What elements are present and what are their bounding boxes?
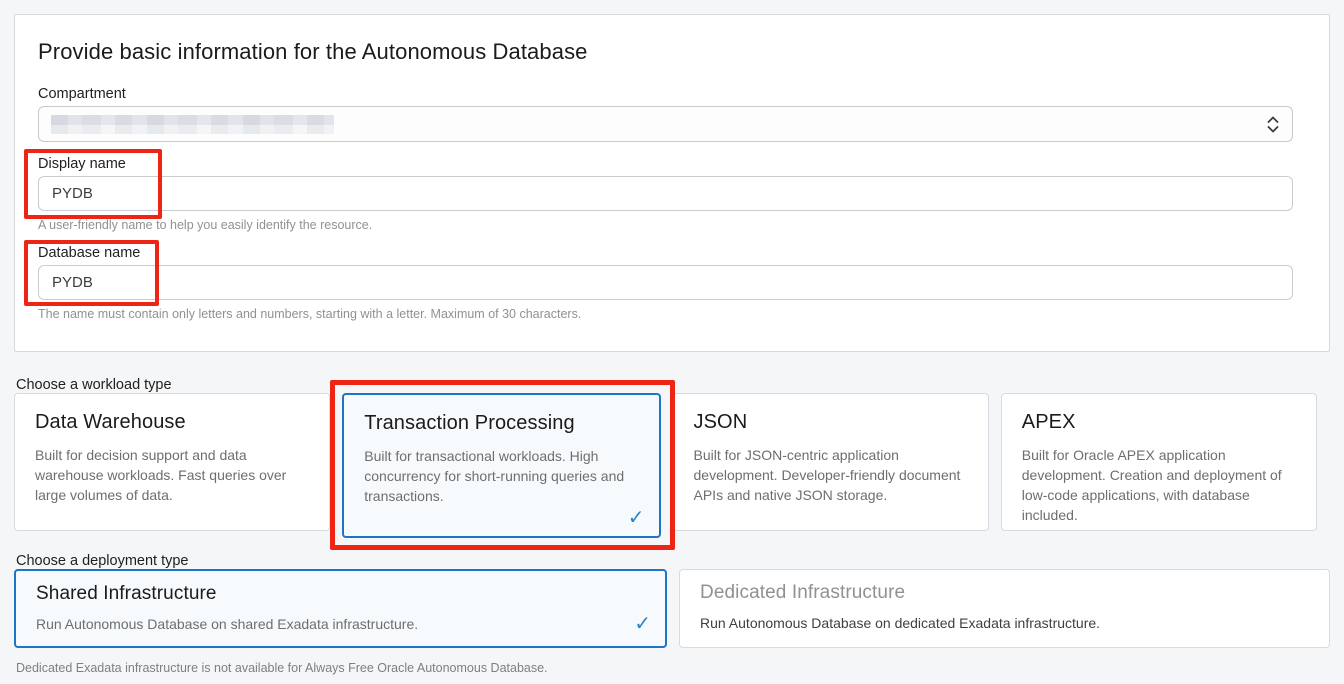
compartment-redacted-value: [51, 115, 334, 134]
card-description: Built for JSON-centric application devel…: [694, 445, 970, 505]
workload-card-data-warehouse[interactable]: Data Warehouse Built for decision suppor…: [14, 393, 330, 531]
card-title: JSON: [694, 411, 970, 434]
select-chevron-icon: [1266, 115, 1280, 134]
database-name-helper: The name must contain only letters and n…: [38, 307, 581, 321]
card-description: Built for transactional workloads. High …: [364, 446, 640, 506]
workload-type-label: Choose a workload type: [16, 377, 172, 393]
basic-info-panel: Provide basic information for the Autono…: [14, 14, 1330, 352]
card-title: Dedicated Infrastructure: [700, 582, 1311, 604]
card-description: Run Autonomous Database on dedicated Exa…: [700, 613, 1311, 633]
card-description: Built for Oracle APEX application develo…: [1022, 445, 1298, 525]
database-name-label: Database name: [38, 245, 140, 261]
deployment-card-dedicated-infrastructure[interactable]: Dedicated Infrastructure Run Autonomous …: [679, 569, 1330, 648]
compartment-label: Compartment: [38, 86, 126, 102]
card-description: Built for decision support and data ware…: [35, 445, 311, 505]
display-name-helper: A user-friendly name to help you easily …: [38, 218, 372, 232]
check-icon: ✓: [628, 508, 645, 528]
check-icon: ✓: [634, 614, 651, 634]
database-name-input[interactable]: [38, 265, 1293, 300]
dedicated-unavailable-note: Dedicated Exadata infrastructure is not …: [16, 661, 548, 675]
deployment-card-shared-infrastructure[interactable]: Shared Infrastructure Run Autonomous Dat…: [14, 569, 667, 648]
page-title: Provide basic information for the Autono…: [38, 39, 588, 65]
workload-card-row: Data Warehouse Built for decision suppor…: [14, 393, 1317, 538]
card-title: Transaction Processing: [364, 412, 640, 435]
compartment-select[interactable]: [38, 106, 1293, 142]
workload-card-apex[interactable]: APEX Built for Oracle APEX application d…: [1001, 393, 1317, 531]
workload-card-transaction-processing[interactable]: Transaction Processing Built for transac…: [342, 393, 660, 538]
workload-card-json[interactable]: JSON Built for JSON-centric application …: [673, 393, 989, 531]
display-name-label: Display name: [38, 156, 126, 172]
card-description: Run Autonomous Database on shared Exadat…: [36, 614, 647, 634]
card-title: Data Warehouse: [35, 411, 311, 434]
display-name-input[interactable]: [38, 176, 1293, 211]
card-title: Shared Infrastructure: [36, 583, 647, 605]
deployment-type-label: Choose a deployment type: [16, 553, 189, 569]
card-title: APEX: [1022, 411, 1298, 434]
deployment-card-row: Shared Infrastructure Run Autonomous Dat…: [14, 569, 1330, 648]
